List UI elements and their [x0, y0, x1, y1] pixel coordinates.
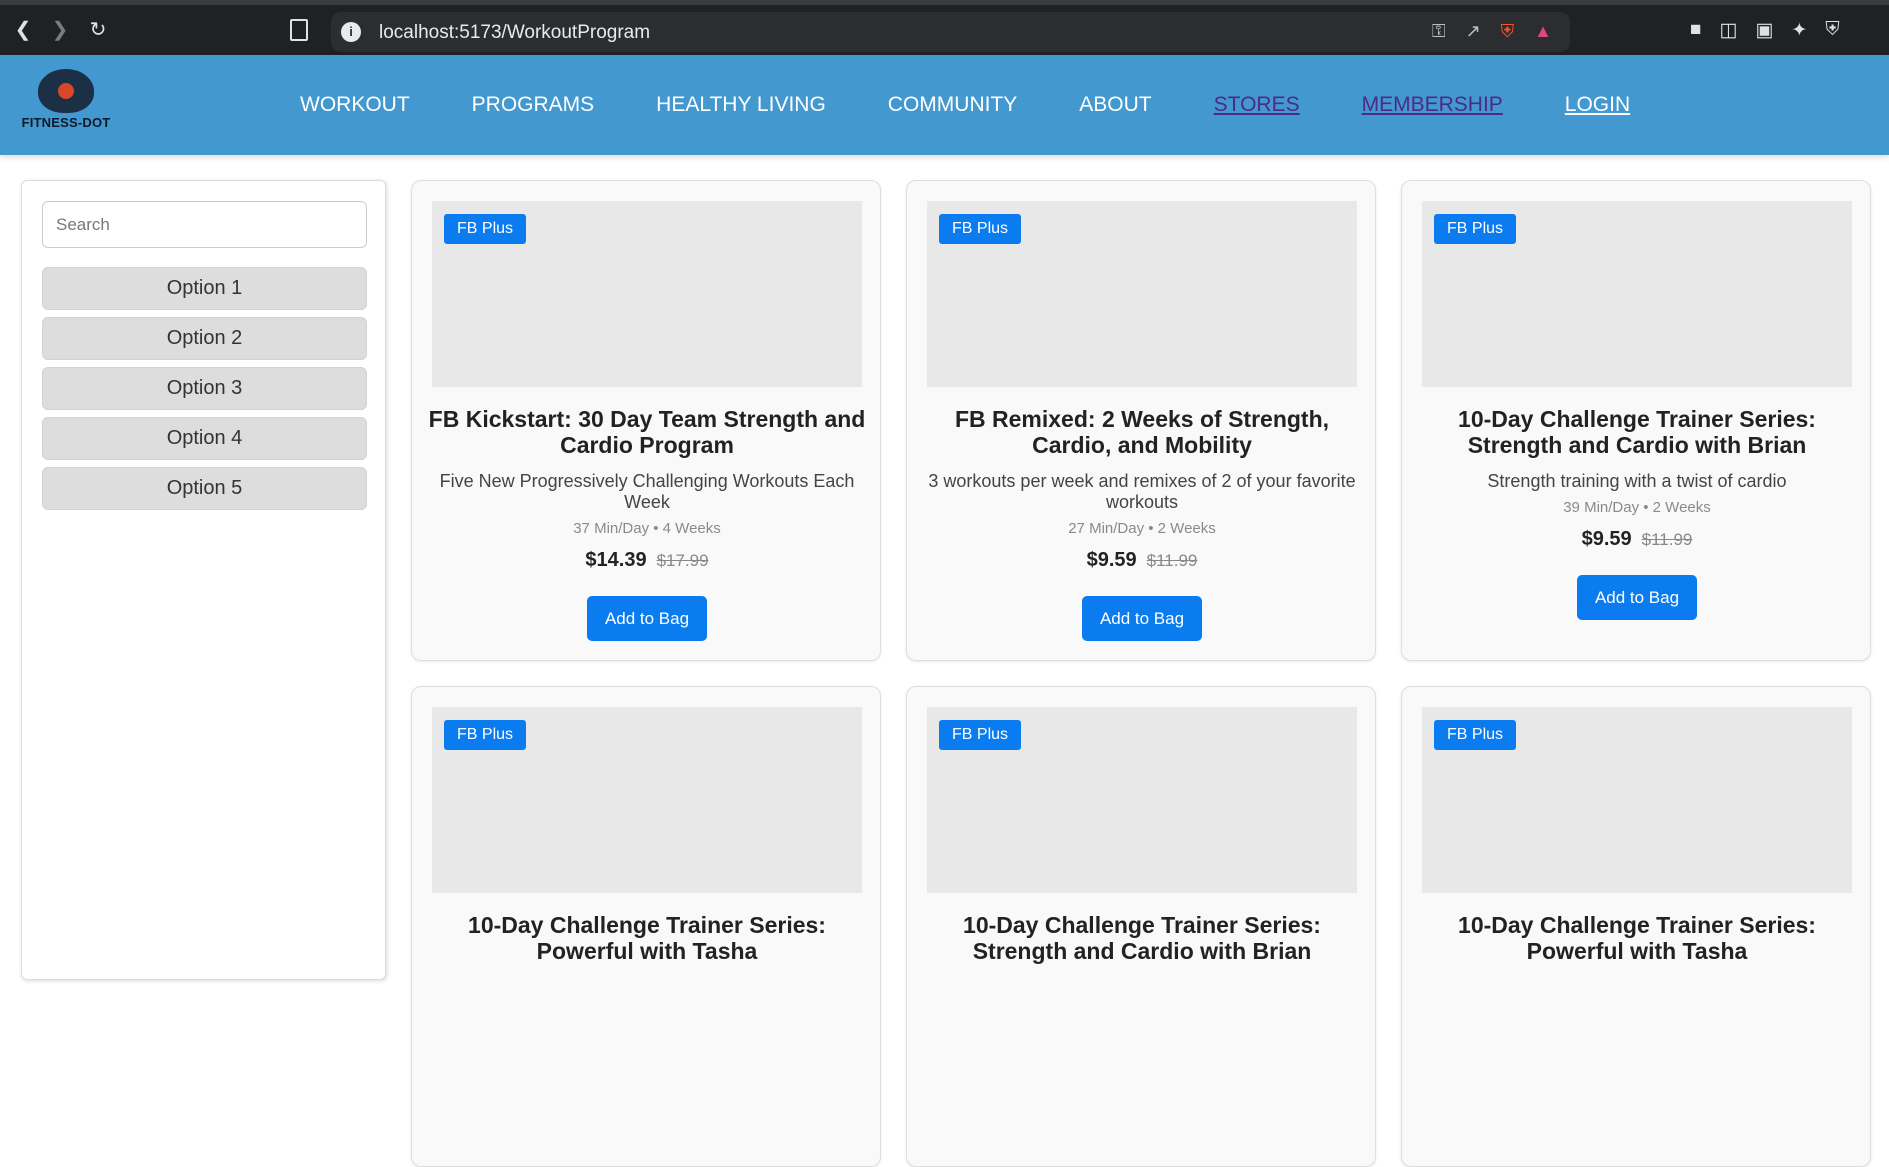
- search-input[interactable]: [42, 201, 367, 248]
- program-card[interactable]: FB Plus FB Kickstart: 30 Day Team Streng…: [411, 180, 881, 661]
- program-meta: 37 Min/Day • 4 Weeks: [573, 520, 721, 537]
- site-info-icon[interactable]: i: [341, 22, 361, 42]
- main-nav: WORKOUT PROGRAMS HEALTHY LIVING COMMUNIT…: [300, 55, 1692, 155]
- address-bar[interactable]: i localhost:5173/WorkoutProgram ⚿ ↗ ⛨ ▲: [331, 12, 1570, 52]
- program-card[interactable]: FB Plus 10-Day Challenge Trainer Series:…: [1401, 180, 1871, 661]
- bookmark-icon[interactable]: [290, 19, 308, 41]
- vpn-icon[interactable]: ⛨: [1825, 19, 1839, 42]
- nav-healthy-living[interactable]: HEALTHY LIVING: [656, 93, 826, 117]
- url-text[interactable]: localhost:5173/WorkoutProgram: [379, 22, 650, 44]
- add-to-bag-button[interactable]: Add to Bag: [1577, 575, 1697, 620]
- program-card[interactable]: FB Plus FB Remixed: 2 Weeks of Strength,…: [906, 180, 1376, 661]
- original-price: $11.99: [1641, 530, 1693, 549]
- fb-plus-badge: FB Plus: [939, 214, 1022, 244]
- program-title: 10-Day Challenge Trainer Series: Strengt…: [1458, 406, 1816, 458]
- nav-community[interactable]: COMMUNITY: [888, 93, 1018, 117]
- back-icon[interactable]: ❮: [12, 19, 34, 41]
- program-description: Strength training with a twist of cardio: [1487, 471, 1787, 491]
- key-icon[interactable]: ⚿: [1432, 21, 1446, 42]
- nav-programs[interactable]: PROGRAMS: [472, 93, 595, 117]
- options-list: Option 1 Option 2 Option 3 Option 4 Opti…: [42, 267, 367, 510]
- rewards-icon[interactable]: ▲: [1534, 21, 1552, 42]
- program-title: 10-Day Challenge Trainer Series: Strengt…: [963, 912, 1321, 964]
- nav-membership[interactable]: MEMBERSHIP: [1362, 93, 1503, 117]
- option-2[interactable]: Option 2: [42, 317, 367, 360]
- current-price: $9.59: [1086, 549, 1137, 571]
- program-card[interactable]: FB Plus 10-Day Challenge Trainer Series:…: [411, 686, 881, 1167]
- program-meta: 27 Min/Day • 2 Weeks: [1068, 520, 1216, 537]
- nav-stores[interactable]: STORES: [1214, 93, 1300, 117]
- leo-ai-icon[interactable]: ✦: [1791, 19, 1807, 42]
- program-description: Five New Progressively Challenging Worko…: [439, 471, 855, 512]
- program-title: 10-Day Challenge Trainer Series: Powerfu…: [468, 912, 826, 964]
- original-price: $11.99: [1146, 551, 1198, 570]
- fb-plus-badge: FB Plus: [444, 720, 527, 750]
- reload-icon[interactable]: ↻: [87, 19, 109, 41]
- program-card[interactable]: FB Plus 10-Day Challenge Trainer Series:…: [1401, 686, 1871, 1167]
- fb-plus-badge: FB Plus: [939, 720, 1022, 750]
- original-price: $17.99: [656, 551, 709, 570]
- program-meta: 39 Min/Day • 2 Weeks: [1563, 499, 1711, 516]
- program-price: $9.59 $11.99: [1422, 528, 1852, 551]
- program-title: FB Kickstart: 30 Day Team Strength and C…: [428, 406, 866, 458]
- wallet-icon[interactable]: ▣: [1755, 19, 1773, 42]
- add-to-bag-button[interactable]: Add to Bag: [587, 596, 707, 641]
- program-title: FB Remixed: 2 Weeks of Strength, Cardio,…: [954, 406, 1330, 458]
- sidebar-toggle-icon[interactable]: ◫: [1719, 19, 1737, 42]
- nav-workout[interactable]: WORKOUT: [300, 93, 410, 117]
- browser-toolbar: ❮ ❯ ↻ i localhost:5173/WorkoutProgram ⚿ …: [0, 0, 1889, 55]
- program-card[interactable]: FB Plus 10-Day Challenge Trainer Series:…: [906, 686, 1376, 1167]
- program-price: $9.59 $11.99: [927, 549, 1357, 572]
- current-price: $14.39: [585, 549, 647, 571]
- share-icon[interactable]: ↗: [1466, 21, 1481, 42]
- filter-sidebar: Option 1 Option 2 Option 3 Option 4 Opti…: [21, 180, 386, 980]
- brave-shield-icon[interactable]: ⛨: [1501, 21, 1515, 42]
- program-price: $14.39 $17.99: [432, 549, 862, 572]
- logo-mark-icon: [38, 69, 94, 113]
- fitness-dot-logo[interactable]: FITNESS-DOT: [14, 69, 118, 139]
- site-header: FITNESS-DOT WORKOUT PROGRAMS HEALTHY LIV…: [0, 55, 1889, 155]
- option-1[interactable]: Option 1: [42, 267, 367, 310]
- fb-plus-badge: FB Plus: [1434, 720, 1517, 750]
- forward-icon[interactable]: ❯: [49, 19, 71, 41]
- fb-plus-badge: FB Plus: [444, 214, 527, 244]
- program-description: 3 workouts per week and remixes of 2 of …: [928, 471, 1356, 512]
- current-price: $9.59: [1581, 528, 1632, 550]
- option-4[interactable]: Option 4: [42, 417, 367, 460]
- fb-plus-badge: FB Plus: [1434, 214, 1517, 244]
- nav-login[interactable]: LOGIN: [1565, 93, 1630, 117]
- add-to-bag-button[interactable]: Add to Bag: [1082, 596, 1202, 641]
- nav-about[interactable]: ABOUT: [1079, 93, 1151, 117]
- option-3[interactable]: Option 3: [42, 367, 367, 410]
- program-title: 10-Day Challenge Trainer Series: Powerfu…: [1458, 912, 1816, 964]
- extensions-icon[interactable]: ■: [1690, 19, 1701, 42]
- option-5[interactable]: Option 5: [42, 467, 367, 510]
- logo-text: FITNESS-DOT: [21, 115, 111, 130]
